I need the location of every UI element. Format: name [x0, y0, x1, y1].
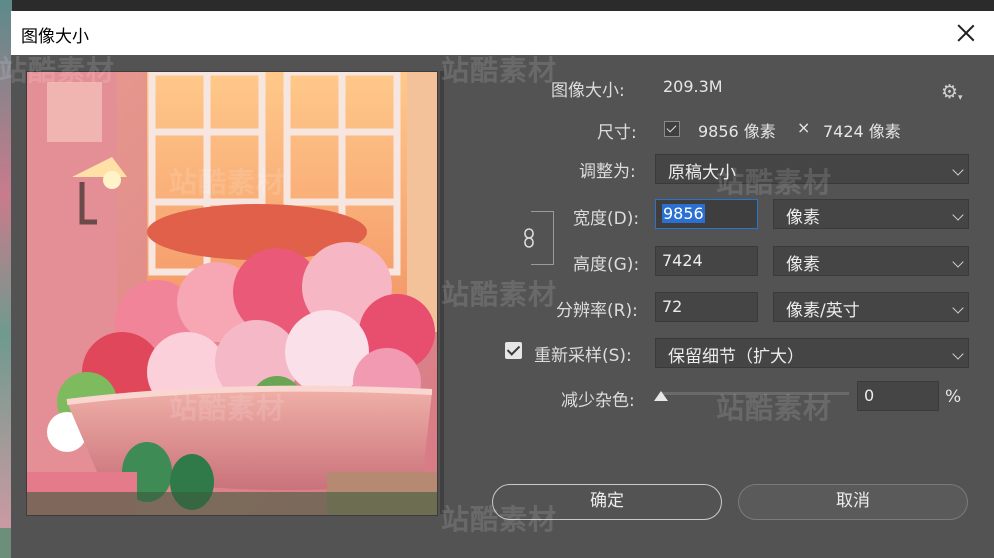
- resample-method: 保留细节（扩大）: [668, 347, 804, 367]
- height-unit-select[interactable]: 像素: [773, 246, 969, 276]
- reduce-noise-slider-track[interactable]: [661, 392, 849, 395]
- chevron-down-icon: [952, 209, 964, 221]
- resample-checkbox[interactable]: [505, 342, 522, 359]
- chevron-down-icon: [952, 302, 964, 314]
- window-title: 图像大小: [21, 27, 89, 47]
- resolution-unit: 像素/英寸: [786, 301, 860, 321]
- resolution-unit-select[interactable]: 像素/英寸: [773, 292, 969, 322]
- reduce-noise-value: 0: [864, 386, 875, 405]
- dimensions-times: ×: [797, 118, 811, 137]
- resample-label: 重新采样(S):: [534, 346, 632, 366]
- fit-to-label: 调整为:: [579, 162, 636, 182]
- reduce-noise-unit: %: [945, 387, 962, 407]
- fit-to-value: 原稿大小: [668, 163, 736, 183]
- image-size-label: 图像大小:: [551, 81, 625, 101]
- resample-method-select[interactable]: 保留细节（扩大）: [655, 338, 969, 368]
- reduce-noise-label: 减少杂色:: [561, 391, 635, 411]
- width-unit-select[interactable]: 像素: [773, 199, 969, 229]
- height-input[interactable]: 7424: [655, 246, 758, 276]
- preview-artwork: [27, 72, 437, 515]
- dimensions-label: 尺寸:: [597, 123, 637, 143]
- close-icon[interactable]: [954, 21, 978, 45]
- resolution-input[interactable]: 72: [655, 292, 758, 322]
- chevron-down-icon: [952, 164, 964, 176]
- watermark-text: 站酷素材: [441, 278, 558, 311]
- reduce-noise-slider-thumb[interactable]: [654, 391, 668, 401]
- title-bar: 图像大小: [11, 11, 994, 55]
- width-input[interactable]: 9856: [655, 199, 758, 229]
- height-label: 高度(G):: [573, 255, 640, 275]
- height-value: 7424: [662, 251, 703, 270]
- dimensions-toggle[interactable]: [664, 121, 680, 137]
- gear-icon[interactable]: ⚙: [941, 81, 958, 103]
- reduce-noise-input[interactable]: 0: [857, 381, 939, 411]
- link-icon[interactable]: [518, 226, 540, 250]
- dimensions-height: 7424 像素: [823, 122, 901, 141]
- image-size-value: 209.3M: [663, 77, 723, 96]
- resolution-label: 分辨率(R):: [556, 301, 638, 321]
- preview-scrollbar[interactable]: [440, 71, 444, 514]
- dimensions-width: 9856 像素: [698, 122, 776, 141]
- width-label: 宽度(D):: [573, 209, 640, 229]
- fit-to-select[interactable]: 原稿大小: [655, 154, 969, 184]
- cancel-button[interactable]: 取消: [738, 484, 968, 520]
- height-unit: 像素: [786, 255, 820, 275]
- ok-button[interactable]: 确定: [492, 484, 722, 520]
- chevron-down-icon[interactable]: ▾: [958, 93, 963, 103]
- image-size-dialog: 图像大小 图像大小: 209.3M ⚙ ▾ 尺寸: 9856 像素 × 7424…: [0, 11, 994, 558]
- chevron-down-icon: [952, 348, 964, 360]
- width-value: 9856: [662, 204, 705, 223]
- image-preview[interactable]: [26, 71, 438, 516]
- chevron-down-icon: [952, 256, 964, 268]
- resolution-value: 72: [662, 297, 683, 316]
- watermark-text: 站酷素材: [441, 54, 558, 87]
- width-unit: 像素: [786, 208, 820, 228]
